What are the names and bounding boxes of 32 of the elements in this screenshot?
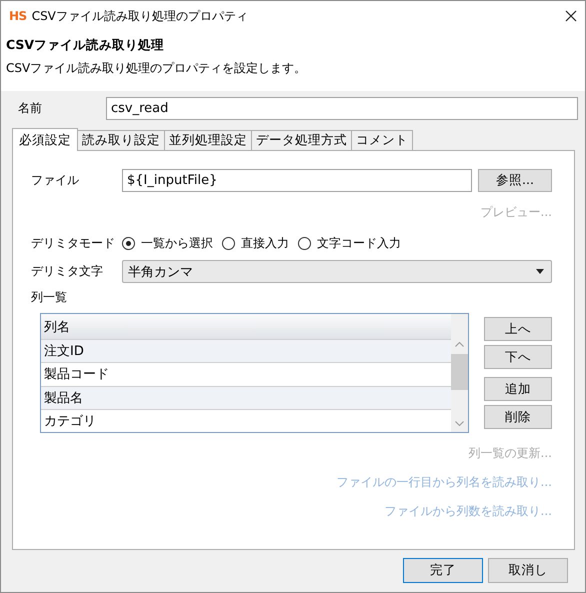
radio-button[interactable] <box>222 237 235 250</box>
radio-label: 文字コード入力 <box>317 235 401 252</box>
close-icon[interactable] <box>565 10 577 22</box>
list-button[interactable]: 下へ <box>484 345 552 369</box>
browse-button[interactable]: 参照... <box>478 169 552 192</box>
radio-button[interactable] <box>122 237 135 250</box>
dialog-description: CSVファイル読み取り処理のプロパティを設定します。 <box>6 60 308 77</box>
app-logo: HS <box>9 9 27 23</box>
field-label: ファイル <box>31 172 80 189</box>
field-label: 名前 <box>18 100 43 117</box>
field-label: デリミタ文字 <box>31 263 104 280</box>
field-label: デリミタモード <box>31 235 116 252</box>
radio-button[interactable] <box>298 237 311 250</box>
file-field[interactable]: ${I_inputFile} <box>122 169 472 192</box>
tab[interactable]: コメント <box>351 130 413 150</box>
list-button[interactable]: 削除 <box>484 405 552 429</box>
dropdown-arrow-icon[interactable] <box>536 269 544 274</box>
dialog-heading: CSVファイル読み取り処理 <box>6 37 166 54</box>
delimiter-dropdown[interactable]: 半角カンマ <box>122 260 552 283</box>
list-button[interactable]: 上へ <box>484 317 552 341</box>
column-header: 列名 <box>41 314 451 340</box>
list-button[interactable]: 追加 <box>484 377 552 401</box>
radio-label: 直接入力 <box>241 235 289 252</box>
window-title: CSVファイル読み取り処理のプロパティ <box>32 8 249 24</box>
table-cell[interactable]: 製品名 <box>41 386 451 409</box>
section-label: 列一覧 <box>31 290 67 304</box>
dialog-button[interactable]: 完了 <box>403 558 483 583</box>
dialog-button[interactable]: 取消し <box>488 558 568 583</box>
radio-label: 一覧から選択 <box>141 235 213 252</box>
name-field[interactable]: csv_read <box>106 97 578 120</box>
table-cell[interactable]: 注文ID <box>41 339 451 362</box>
tab[interactable]: 必須設定 <box>12 128 78 151</box>
